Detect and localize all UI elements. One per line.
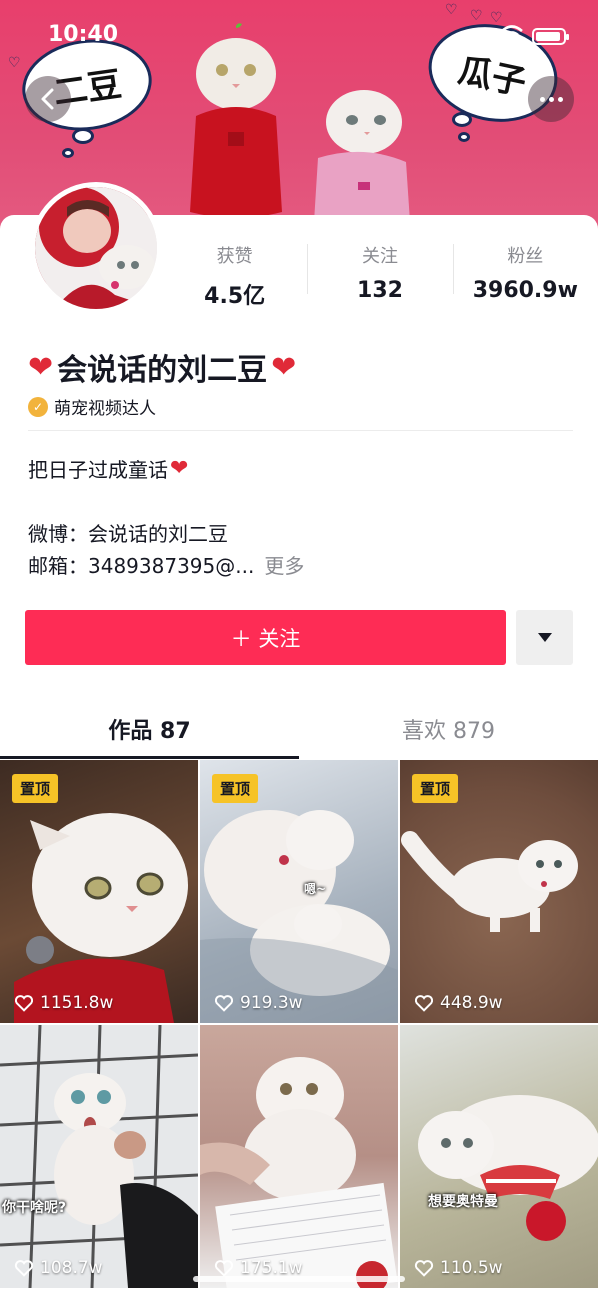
profile-name-text: 会说话的刘二豆 <box>57 353 268 388</box>
stat-value: 3960.9w <box>472 278 578 303</box>
verification-label: 萌宠视频达人 <box>54 399 156 419</box>
stat-value: 4.5亿 <box>204 284 266 309</box>
back-button[interactable] <box>25 76 71 122</box>
ellipsis-icon <box>538 96 565 102</box>
heart-outline-icon <box>14 1260 34 1277</box>
cat-thumbnail-image <box>418 1095 598 1241</box>
like-count-text: 448.9w <box>440 993 503 1013</box>
heart-outline-icon <box>214 995 234 1012</box>
heart-icon: ❤ <box>28 349 54 385</box>
profile-stats: 获赞 4.5亿 关注 132 粉丝 3960.9w <box>162 238 598 309</box>
wifi-icon <box>501 25 523 42</box>
stat-followers[interactable]: 粉丝 3960.9w <box>452 238 598 308</box>
signal-icon <box>470 30 495 45</box>
video-caption: 你干啥呢? <box>2 1200 67 1216</box>
battery-icon <box>532 28 569 45</box>
video-like-count: 448.9w <box>414 993 503 1013</box>
email-line: 邮箱：3489387395@... 更多 <box>28 550 304 579</box>
stat-following[interactable]: 关注 132 <box>307 238 452 308</box>
follow-label: ＋ 关注 <box>230 626 301 651</box>
stat-label: 获赞 <box>216 246 253 267</box>
like-count-text: 175.1w <box>240 1258 303 1278</box>
bubble-tail <box>72 128 94 144</box>
weibo-line: 微博：会说话的刘二豆 <box>28 522 228 546</box>
like-count-text: 110.5w <box>440 1258 503 1278</box>
like-count-text: 1151.8w <box>40 993 114 1013</box>
cat-thumbnail-image <box>200 1057 398 1288</box>
bubble-tail <box>62 148 74 158</box>
heart-icon: ❤ <box>170 456 189 481</box>
video-like-count: 110.5w <box>414 1258 503 1278</box>
content-tabs: 作品 87 喜欢 879 <box>0 700 598 758</box>
heart-outline-icon <box>214 1260 234 1277</box>
video-grid: 置顶 1151.8w 嗯~ 置顶 919.3w 置顶 448.9w 你干啥呢? … <box>0 760 598 1288</box>
caret-down-icon <box>537 633 552 642</box>
heart-outline-icon <box>14 995 34 1012</box>
pinned-badge: 置顶 <box>212 774 259 803</box>
stat-value: 132 <box>357 278 403 303</box>
bubble-tail <box>458 132 470 142</box>
pinned-badge: 置顶 <box>12 774 59 803</box>
video-thumbnail[interactable]: 嗯~ 置顶 919.3w <box>200 760 398 1023</box>
stat-label: 关注 <box>361 246 398 267</box>
like-count-text: 108.7w <box>40 1258 103 1278</box>
like-count-text: 919.3w <box>240 993 303 1013</box>
status-bar: 10:40 <box>0 22 598 52</box>
video-like-count: 1151.8w <box>14 993 113 1013</box>
tab-works[interactable]: 作品 87 <box>0 700 299 758</box>
more-options-button[interactable] <box>528 76 574 122</box>
video-thumbnail[interactable]: 175.1w <box>200 1025 398 1288</box>
video-thumbnail[interactable]: 置顶 448.9w <box>400 760 598 1023</box>
active-tab-indicator <box>0 756 299 759</box>
home-indicator[interactable] <box>193 1276 405 1282</box>
video-caption: 嗯~ <box>304 882 327 896</box>
verified-icon: ✓ <box>28 396 48 417</box>
heart-icon: ❤ <box>271 349 297 385</box>
video-like-count: 919.3w <box>214 993 303 1013</box>
status-time: 10:40 <box>48 22 119 47</box>
video-like-count: 175.1w <box>214 1258 303 1278</box>
heart-outline-icon <box>414 1260 434 1277</box>
heart-outline-icon <box>414 995 434 1012</box>
chevron-left-icon <box>41 88 54 110</box>
video-like-count: 108.7w <box>14 1258 103 1278</box>
heart-doodle: ♡ <box>8 55 21 71</box>
profile-name: ❤ 会说话的刘二豆 ❤ <box>28 345 296 389</box>
pinned-badge: 置顶 <box>412 774 459 803</box>
follow-button[interactable]: ＋ 关注 <box>25 610 506 665</box>
cat-red-hoodie-image <box>190 23 282 218</box>
stat-likes[interactable]: 获赞 4.5亿 <box>162 238 307 309</box>
video-thumbnail[interactable]: 想要奥特曼 110.5w <box>400 1025 598 1288</box>
tab-likes[interactable]: 喜欢 879 <box>299 700 598 758</box>
stat-label: 粉丝 <box>507 246 544 267</box>
divider <box>28 430 573 431</box>
recommend-dropdown-button[interactable] <box>516 610 573 665</box>
avatar[interactable] <box>30 182 162 314</box>
cat-thumbnail-image <box>0 1025 198 1288</box>
heart-doodle: ♡ <box>445 2 458 18</box>
profile-bio: 把日子过成童话 ❤ <box>28 454 188 483</box>
bio-text: 把日子过成童话 <box>28 458 168 482</box>
bubble-tail <box>452 112 472 127</box>
video-thumbnail[interactable]: 你干啥呢? 108.7w <box>0 1025 198 1288</box>
cat-pink-hoodie-image <box>314 90 410 222</box>
video-thumbnail[interactable]: 置顶 1151.8w <box>0 760 198 1023</box>
more-link[interactable]: 更多 <box>264 554 304 578</box>
email-text: 邮箱：3489387395@... <box>28 554 255 578</box>
avatar-image <box>35 187 157 309</box>
verification-badge[interactable]: ✓ 萌宠视频达人 <box>28 394 156 419</box>
video-caption: 想要奥特曼 <box>428 1194 498 1210</box>
